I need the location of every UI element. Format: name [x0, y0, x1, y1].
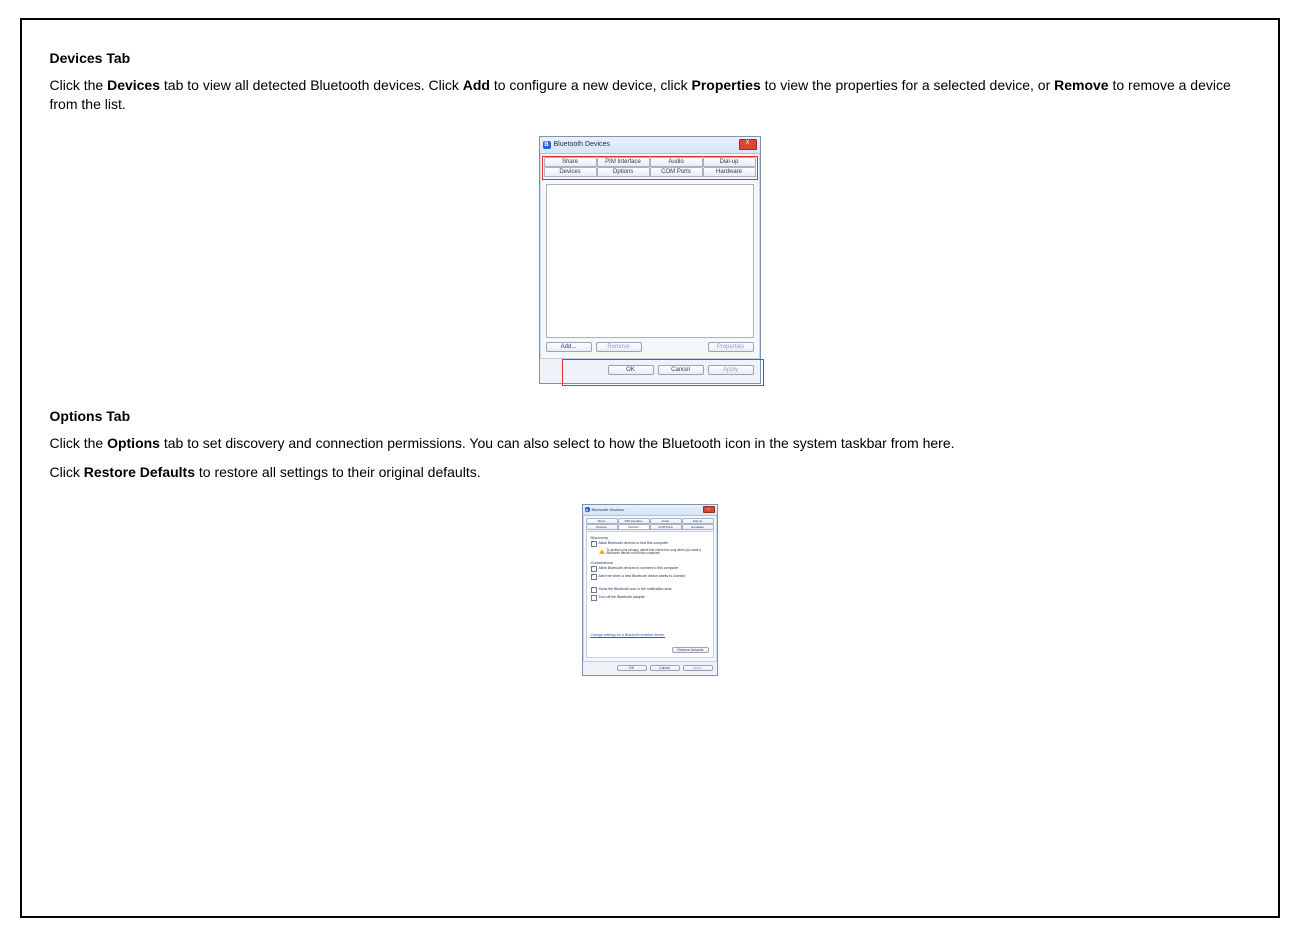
close-button[interactable]: X: [703, 506, 715, 513]
tab-devices[interactable]: Devices: [544, 167, 597, 177]
text: Click the: [50, 77, 108, 93]
text: tab to view all detected Bluetooth devic…: [164, 77, 463, 93]
figure-options-dialog: B Bluetooth Devices X Share PIM Interfac…: [50, 504, 1250, 676]
text-bold: Properties: [692, 77, 761, 93]
cancel-button[interactable]: Cancel: [650, 665, 680, 671]
tab-com-ports[interactable]: COM Ports: [650, 167, 703, 177]
checkbox-turn-off-adapter[interactable]: [591, 595, 597, 601]
tab-com-ports[interactable]: COM Ports: [650, 524, 682, 530]
text-bold: Remove: [1054, 77, 1108, 93]
checkbox-label: Allow Bluetooth devices to find this com…: [599, 541, 668, 545]
cancel-button[interactable]: Cancel: [658, 365, 704, 375]
checkbox-allow-connect[interactable]: [591, 566, 597, 572]
ok-button[interactable]: OK: [617, 665, 647, 671]
text-bold: Add: [463, 77, 490, 93]
checkbox-label: Show the Bluetooth icon in the notificat…: [599, 587, 672, 591]
link-change-settings[interactable]: Change settings for a Bluetooth enabled …: [591, 633, 666, 637]
tab-audio[interactable]: Audio: [650, 518, 682, 524]
heading-devices-tab: Devices Tab: [50, 50, 1250, 66]
text-bold: Restore Defaults: [84, 464, 195, 480]
tab-hardware[interactable]: Hardware: [703, 167, 756, 177]
heading-options-tab: Options Tab: [50, 408, 1250, 424]
restore-defaults-button[interactable]: Restore Defaults: [672, 647, 708, 653]
paragraph-options-2: Click Restore Defaults to restore all se…: [50, 463, 1250, 482]
checkbox-label: Turn off the Bluetooth adapter: [599, 595, 645, 599]
tab-options[interactable]: Options: [597, 167, 650, 177]
dialog-bluetooth-devices: B Bluetooth Devices X Share PIM Interfac…: [539, 136, 761, 384]
apply-button[interactable]: Apply: [708, 365, 754, 375]
tab-options[interactable]: Options: [618, 524, 650, 530]
dialog-bluetooth-options: B Bluetooth Devices X Share PIM Interfac…: [582, 504, 718, 676]
options-panel: Discovery Allow Bluetooth devices to fin…: [586, 531, 714, 658]
group-connections-title: Connections: [591, 560, 709, 565]
tab-devices[interactable]: Devices: [586, 524, 618, 530]
tab-share[interactable]: Share: [586, 518, 618, 524]
dialog-titlebar: B Bluetooth Devices X: [583, 505, 717, 516]
checkbox-alert-connect[interactable]: [591, 574, 597, 580]
add-button[interactable]: Add...: [546, 342, 592, 352]
dialog-titlebar: B Bluetooth Devices X: [540, 137, 760, 154]
tab-dialup[interactable]: Dial-up: [703, 157, 756, 167]
paragraph-devices: Click the Devices tab to view all detect…: [50, 76, 1250, 114]
close-button[interactable]: X: [739, 139, 757, 150]
checkbox-label: Allow Bluetooth devices to connect to th…: [599, 566, 679, 570]
bluetooth-icon: B: [585, 507, 590, 512]
dialog-title: Bluetooth Devices: [592, 507, 624, 512]
warning-icon: [599, 549, 605, 554]
tab-share[interactable]: Share: [544, 157, 597, 167]
ok-button[interactable]: OK: [608, 365, 654, 375]
warning-text: To protect your privacy, select this che…: [607, 549, 709, 557]
paragraph-options-1: Click the Options tab to set discovery a…: [50, 434, 1250, 453]
tab-dialup[interactable]: Dial-up: [682, 518, 714, 524]
bluetooth-icon: B: [543, 141, 551, 149]
dialog-title: Bluetooth Devices: [554, 141, 610, 148]
remove-button[interactable]: Remove: [596, 342, 642, 352]
checkbox-label: Alert me when a new Bluetooth device wan…: [599, 574, 686, 578]
text: to restore all settings to their origina…: [199, 464, 481, 480]
text: to view the properties for a selected de…: [765, 77, 1054, 93]
text: tab to set discovery and connection perm…: [164, 435, 955, 451]
group-discovery-title: Discovery: [591, 535, 709, 540]
tab-audio[interactable]: Audio: [650, 157, 703, 167]
apply-button[interactable]: Apply: [683, 665, 713, 671]
text: to configure a new device, click: [494, 77, 692, 93]
tab-pim-interface[interactable]: PIM Interface: [597, 157, 650, 167]
figure-devices-dialog: B Bluetooth Devices X Share PIM Interfac…: [50, 136, 1250, 384]
text-bold: Options: [107, 435, 160, 451]
text-bold: Devices: [107, 77, 160, 93]
properties-button[interactable]: Properties: [708, 342, 754, 352]
checkbox-allow-find[interactable]: [591, 541, 597, 547]
tab-hardware[interactable]: Hardware: [682, 524, 714, 530]
document-page: Devices Tab Click the Devices tab to vie…: [20, 18, 1280, 918]
tab-pim-interface[interactable]: PIM Interface: [618, 518, 650, 524]
text: Click the: [50, 435, 108, 451]
text: Click: [50, 464, 84, 480]
devices-list[interactable]: [546, 184, 754, 338]
checkbox-show-tray-icon[interactable]: [591, 587, 597, 593]
